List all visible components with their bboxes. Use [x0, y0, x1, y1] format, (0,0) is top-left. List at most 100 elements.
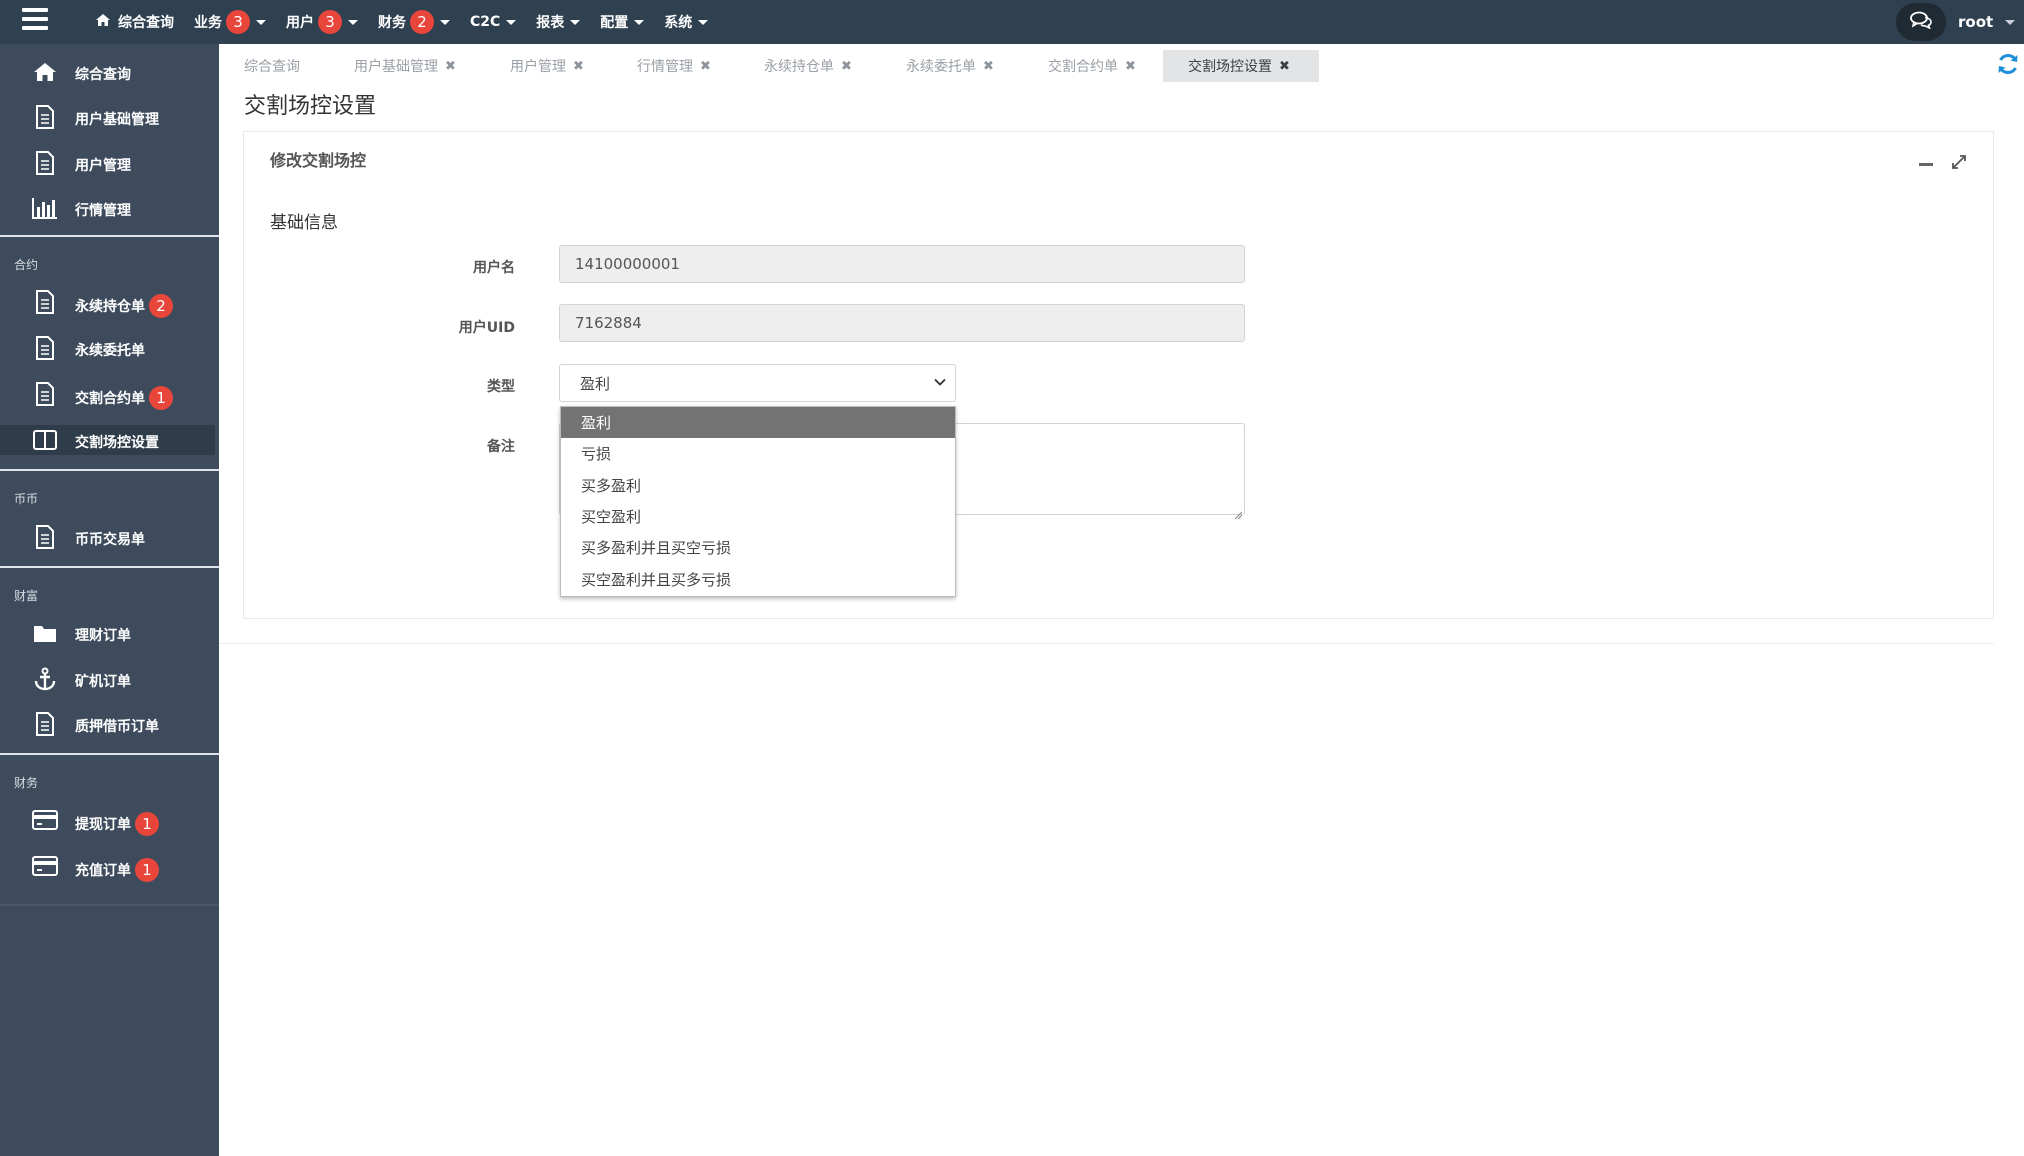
folder-icon: [32, 620, 58, 646]
caret-down-icon: [506, 19, 517, 25]
edit-panel: 修改交割场控 基础信息 用户名 14100000001 用户UID 716288…: [243, 131, 1994, 619]
nav-badge: 2: [410, 10, 434, 34]
dropdown-option[interactable]: 买多盈利并且买空亏损: [561, 532, 955, 563]
nav-finance[interactable]: 财务 2: [378, 10, 450, 34]
sidebar-divider: [0, 469, 219, 471]
nav-business[interactable]: 业务 3: [194, 10, 266, 34]
document-icon: [32, 104, 58, 130]
nav-users[interactable]: 用户 3: [286, 10, 358, 34]
close-tab-icon[interactable]: ✖: [1125, 59, 1136, 74]
tab-user-basic[interactable]: 用户基础管理 ✖: [329, 50, 485, 82]
home-icon: [96, 14, 110, 30]
dropdown-option[interactable]: 买多盈利: [561, 470, 955, 501]
tab-perpetual-orders[interactable]: 永续委托单 ✖: [881, 50, 1023, 82]
nav-label: 配置: [600, 15, 629, 31]
sidebar-item-wealth-orders[interactable]: 理财订单: [0, 618, 215, 648]
sidebar-item-text: 永续持仓单: [75, 299, 145, 315]
sidebar: 综合查询 用户基础管理 用户管理 行情管理 合约 永续持仓单 2 永续委托单 交割…: [0, 44, 219, 1156]
sidebar-badge: 1: [135, 858, 159, 882]
sidebar-item-text: 交割合约单: [75, 391, 145, 407]
page-title: 交割场控设置: [244, 94, 377, 119]
user-menu[interactable]: root: [1958, 0, 2016, 44]
tab-comprehensive-query[interactable]: 综合查询: [219, 50, 329, 82]
username-field[interactable]: 14100000001: [559, 245, 1245, 283]
panel-tools: [1919, 154, 1967, 174]
dropdown-option[interactable]: 买空盈利: [561, 501, 955, 532]
content-divider: [219, 643, 1994, 644]
expand-icon[interactable]: [1951, 154, 1967, 174]
tab-label: 永续持仓单: [764, 59, 834, 75]
sidebar-item-label: 永续委托单: [75, 343, 145, 359]
close-tab-icon[interactable]: ✖: [983, 59, 994, 74]
sidebar-item-delivery-control[interactable]: 交割场控设置: [0, 425, 215, 455]
resize-grip-icon[interactable]: [1234, 504, 1243, 520]
sidebar-item-spot-trades[interactable]: 币币交易单: [0, 522, 215, 552]
uid-field[interactable]: 7162884: [559, 304, 1245, 342]
document-icon: [32, 711, 58, 737]
caret-down-icon: [634, 19, 645, 25]
nav-comprehensive-query[interactable]: 综合查询: [96, 12, 174, 32]
nav-label: 综合查询: [118, 15, 174, 31]
sidebar-item-delivery-contracts[interactable]: 交割合约单 1: [0, 379, 215, 410]
sidebar-divider: [0, 753, 219, 755]
close-tab-icon[interactable]: ✖: [573, 59, 584, 74]
sidebar-item-perpetual-orders[interactable]: 永续委托单: [0, 333, 215, 363]
credit-card-icon: [32, 807, 58, 833]
nav-badge: 3: [318, 10, 342, 34]
refresh-icon[interactable]: [1996, 52, 2020, 76]
sidebar-item-miner-orders[interactable]: 矿机订单: [0, 664, 215, 694]
nav-config[interactable]: 配置: [600, 12, 645, 32]
uid-label: 用户UID: [458, 320, 515, 336]
close-tab-icon[interactable]: ✖: [445, 59, 456, 74]
minimize-icon[interactable]: [1919, 162, 1933, 166]
sidebar-divider: [0, 566, 219, 568]
sidebar-section-title: 币币: [14, 492, 39, 506]
sidebar-item-label: 交割合约单 1: [75, 386, 173, 410]
sidebar-item-deposit-orders[interactable]: 充值订单 1: [0, 851, 215, 882]
home-icon: [32, 59, 58, 85]
sidebar-item-market[interactable]: 行情管理: [0, 193, 215, 223]
nav-label: C2C: [470, 14, 501, 30]
sidebar-item-user-management[interactable]: 用户管理: [0, 148, 215, 178]
dropdown-option[interactable]: 盈利: [561, 407, 955, 439]
sidebar-badge: 1: [135, 812, 159, 836]
sidebar-divider: [0, 904, 219, 906]
username-label: 用户名: [473, 260, 515, 276]
tab-market[interactable]: 行情管理 ✖: [612, 50, 739, 82]
close-tab-icon[interactable]: ✖: [1279, 59, 1290, 74]
dropdown-option[interactable]: 买空盈利并且买多亏损: [561, 563, 955, 594]
caret-down-icon: [440, 19, 450, 25]
sidebar-section-title: 合约: [14, 258, 39, 272]
nav-c2c[interactable]: C2C: [470, 14, 517, 30]
menu-toggle-icon[interactable]: [22, 8, 48, 32]
tab-delivery-contracts[interactable]: 交割合约单 ✖: [1023, 50, 1167, 82]
tab-bar: 综合查询 用户基础管理 ✖ 用户管理 ✖ 行情管理 ✖ 永续持仓单 ✖ 永续委托…: [219, 44, 2024, 82]
sidebar-item-perpetual-positions[interactable]: 永续持仓单 2: [0, 287, 215, 318]
close-tab-icon[interactable]: ✖: [700, 59, 711, 74]
caret-down-icon: [348, 19, 358, 25]
close-tab-icon[interactable]: ✖: [841, 59, 852, 74]
sidebar-item-text: 提现订单: [75, 817, 131, 833]
sidebar-item-user-basic[interactable]: 用户基础管理: [0, 102, 215, 132]
dropdown-option[interactable]: 亏损: [561, 438, 955, 469]
tab-user-management[interactable]: 用户管理 ✖: [485, 50, 610, 82]
nav-label: 用户: [286, 15, 314, 31]
caret-down-icon: [2005, 19, 2016, 25]
tab-delivery-control[interactable]: 交割场控设置 ✖: [1163, 50, 1319, 82]
chat-button[interactable]: [1896, 3, 1946, 41]
sidebar-badge: 2: [149, 294, 173, 318]
tab-label: 交割场控设置: [1188, 59, 1272, 75]
nav-reports[interactable]: 报表: [536, 12, 581, 32]
type-dropdown-list: 盈利 亏损 买多盈利 买空盈利 买多盈利并且买空亏损 买空盈利并且买多亏损: [560, 406, 956, 597]
sidebar-item-withdraw-orders[interactable]: 提现订单 1: [0, 805, 215, 836]
nav-label: 财务: [378, 15, 406, 31]
tab-label: 永续委托单: [906, 59, 976, 75]
caret-down-icon: [698, 19, 709, 25]
type-select[interactable]: 盈利: [559, 364, 956, 402]
nav-system[interactable]: 系统: [664, 12, 709, 32]
tab-perpetual-positions[interactable]: 永续持仓单 ✖: [739, 50, 881, 82]
sidebar-item-label: 币币交易单: [75, 532, 145, 548]
sidebar-item-pledge-loans[interactable]: 质押借币订单: [0, 709, 215, 739]
sidebar-item-comprehensive-query[interactable]: 综合查询: [0, 57, 215, 87]
username-value: 14100000001: [575, 255, 680, 273]
